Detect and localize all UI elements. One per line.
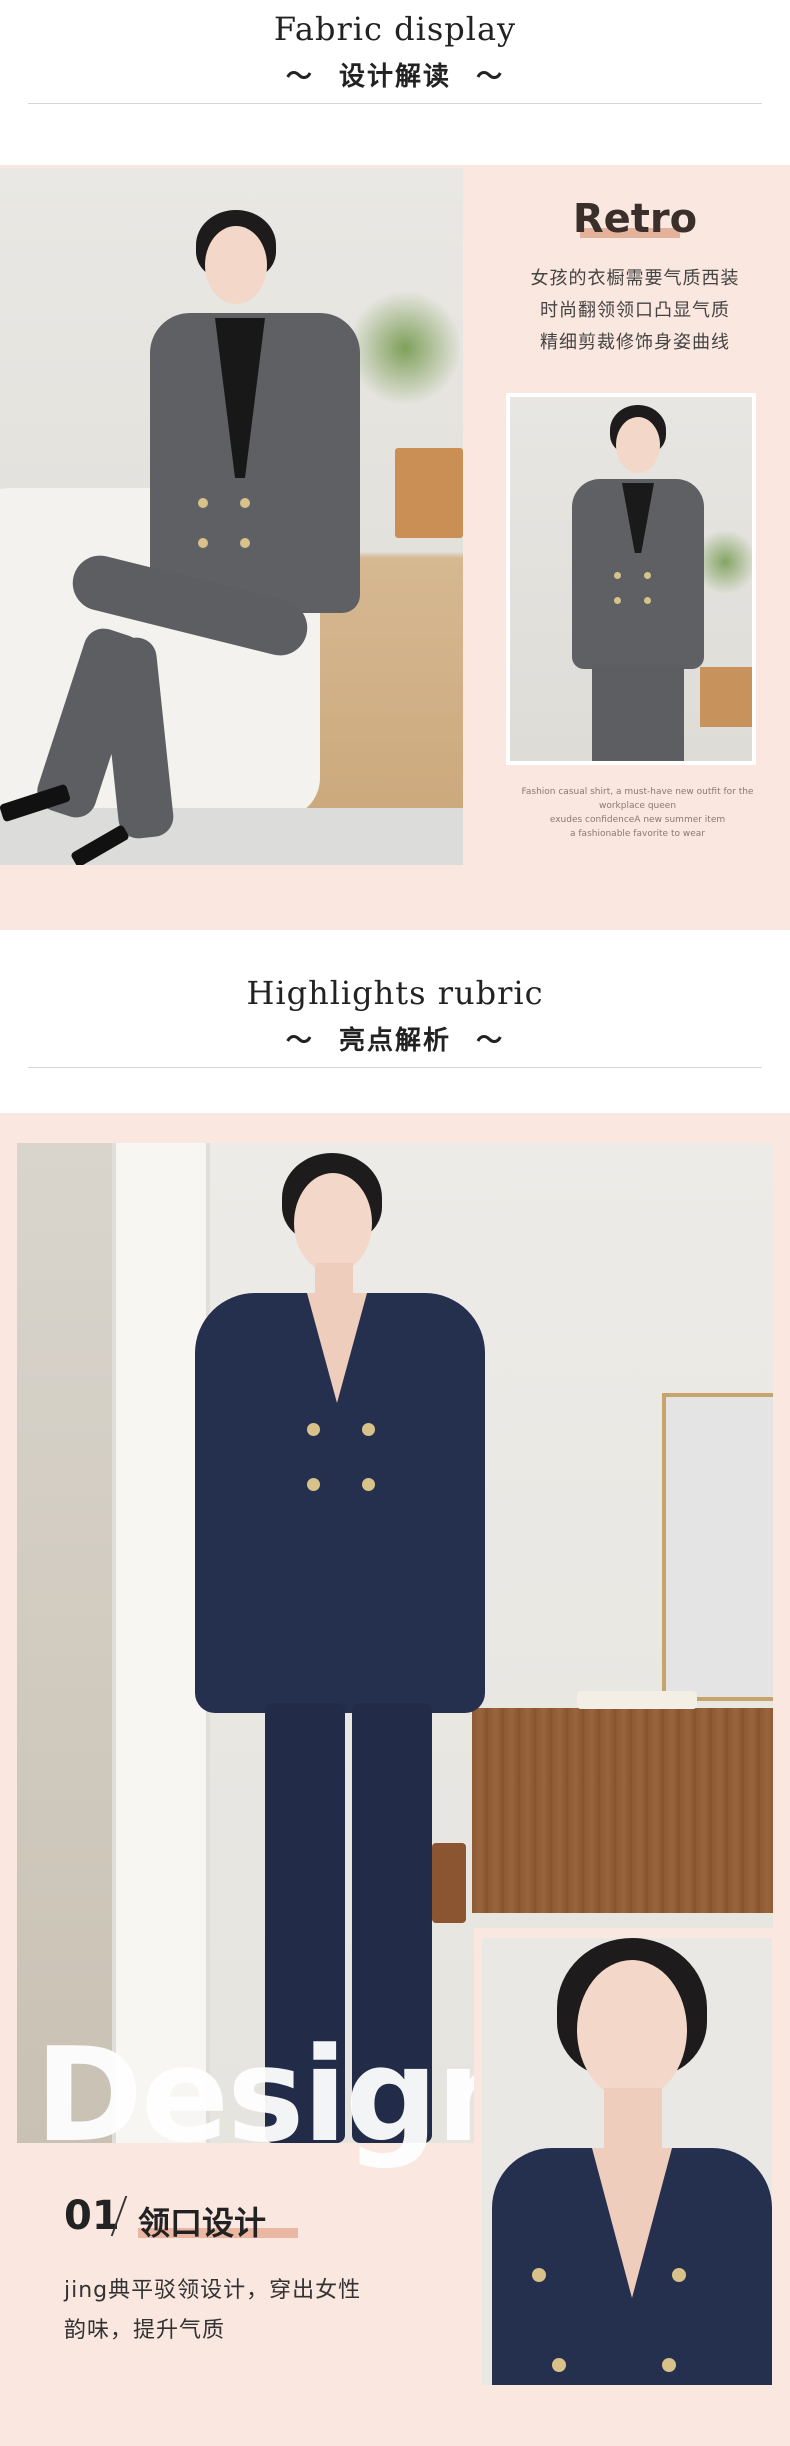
face bbox=[577, 1960, 687, 2100]
feature-desc-line-2: 韵味，提升气质 bbox=[64, 2318, 226, 2343]
jacket-button bbox=[614, 597, 621, 604]
jacket-button bbox=[662, 2358, 676, 2372]
retro-title: Retro bbox=[572, 196, 698, 242]
wood-box bbox=[700, 667, 752, 727]
header-divider bbox=[28, 1067, 762, 1068]
jacket-button bbox=[672, 2268, 686, 2282]
grey-pants bbox=[592, 665, 684, 761]
jacket-button bbox=[362, 1478, 375, 1491]
jacket-button bbox=[644, 572, 651, 579]
fabric-title-en: Fabric display bbox=[273, 10, 517, 48]
caption-line-2: workplace queen bbox=[598, 801, 677, 811]
design-overlay-word: Design bbox=[35, 2019, 529, 2171]
open-book bbox=[577, 1691, 697, 1709]
rug bbox=[0, 808, 463, 865]
ornament-left: 〜 bbox=[285, 62, 314, 92]
wall-cabinet bbox=[395, 448, 463, 538]
jacket-button bbox=[644, 597, 651, 604]
jacket-button bbox=[307, 1423, 320, 1436]
jacket-button bbox=[307, 1478, 320, 1491]
jacket-button bbox=[362, 1423, 375, 1436]
caption-line-4: a fashionable favorite to wear bbox=[570, 829, 705, 839]
jacket-button bbox=[198, 538, 208, 548]
wall-picture-frame bbox=[662, 1393, 773, 1701]
jacket-button bbox=[240, 498, 250, 508]
jacket-button bbox=[198, 498, 208, 508]
feature-desc-line-1: jing典平驳领设计，穿出女性 bbox=[64, 2278, 362, 2303]
navy-suit-closeup-photo bbox=[482, 1938, 772, 2385]
face bbox=[205, 226, 267, 304]
ornament-left: 〜 bbox=[285, 1026, 314, 1056]
retro-line-1: 女孩的衣橱需要气质西装 bbox=[530, 268, 740, 289]
feature-title: 领口设计 bbox=[138, 2204, 267, 2242]
plant bbox=[350, 288, 460, 408]
jacket-button bbox=[532, 2268, 546, 2282]
grey-suit-main-photo bbox=[0, 168, 463, 865]
retro-line-3: 精细剪裁修饰身姿曲线 bbox=[540, 332, 730, 353]
jacket-button bbox=[614, 572, 621, 579]
ornament-right: 〜 bbox=[476, 1026, 505, 1056]
retro-line-2: 时尚翻领领口凸显气质 bbox=[540, 300, 730, 321]
caption-line-3: exudes confidenceA new summer item bbox=[549, 815, 726, 825]
door-opening bbox=[17, 1143, 112, 2143]
fabric-header: Fabric display 〜 设计解读 〜 bbox=[0, 0, 790, 165]
fabric-title-cn: 设计解读 bbox=[338, 62, 451, 92]
fabric-title-cn-row: 〜 设计解读 〜 bbox=[0, 56, 790, 93]
grey-suit-standing-photo bbox=[510, 397, 752, 761]
handbag bbox=[432, 1843, 466, 1923]
highlights-title-en: Highlights rubric bbox=[246, 974, 544, 1012]
face bbox=[616, 417, 660, 473]
jacket-button bbox=[552, 2358, 566, 2372]
header-divider bbox=[28, 103, 762, 104]
face bbox=[294, 1173, 372, 1273]
wooden-sideboard bbox=[472, 1708, 773, 1913]
jacket-button bbox=[240, 538, 250, 548]
caption-line-1: Fashion casual shirt, a must-have new ou… bbox=[521, 787, 754, 797]
caption: Fashion casual shirt, a must-have new ou… bbox=[510, 785, 765, 841]
highlights-title-cn-row: 〜 亮点解析 〜 bbox=[0, 1020, 790, 1057]
highlights-header: Highlights rubric 〜 亮点解析 〜 bbox=[0, 930, 790, 1113]
highlights-title-cn: 亮点解析 bbox=[338, 1026, 451, 1056]
ornament-right: 〜 bbox=[476, 62, 505, 92]
